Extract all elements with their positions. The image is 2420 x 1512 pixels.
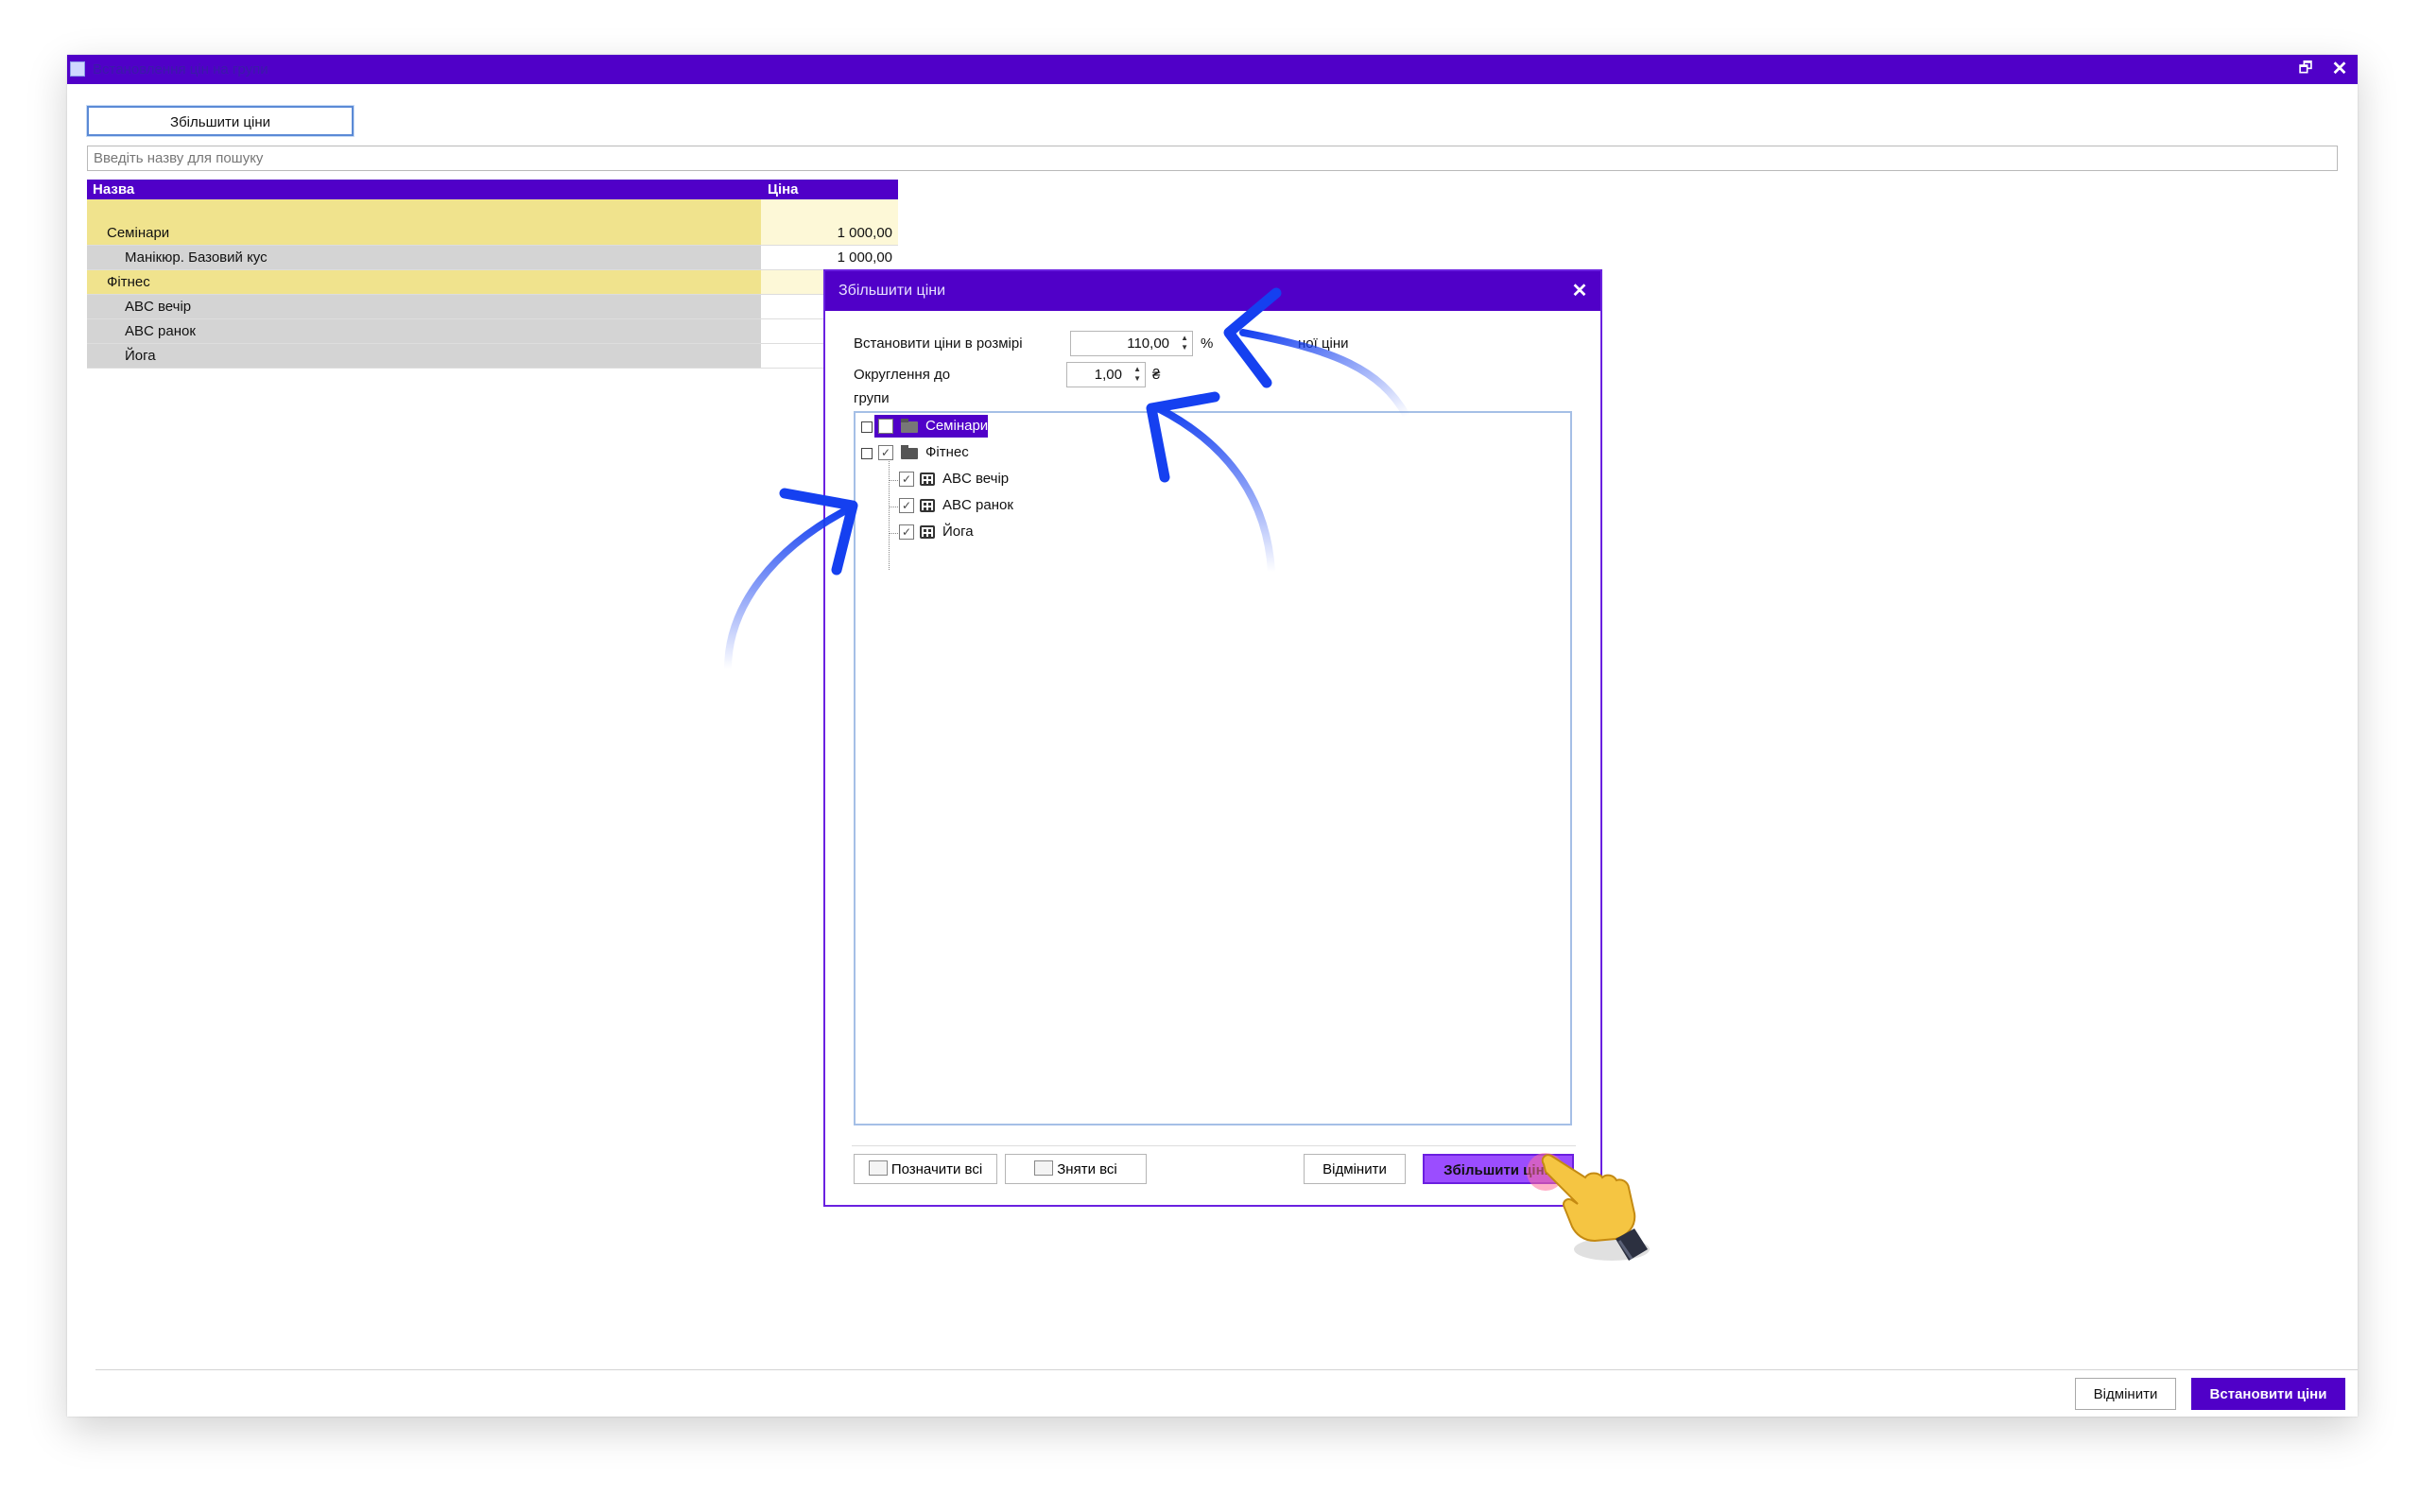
table-row[interactable]: Манікюр. Базовий кус 1 000,00 (87, 246, 898, 270)
table-row[interactable] (87, 199, 898, 223)
dialog-cancel-button[interactable]: Відмінити (1304, 1154, 1406, 1184)
uncheck-all-label: Зняти всі (1057, 1161, 1117, 1177)
pointing-hand-icon (1541, 1154, 1650, 1261)
row-name: Манікюр. Базовий кус (87, 246, 761, 269)
row-name: Семінари (87, 221, 761, 245)
tree-checkbox[interactable] (878, 419, 893, 434)
row-name: Фітнес (87, 270, 761, 294)
base-price-text: ної ціни (1298, 335, 1349, 352)
footer-divider (95, 1369, 2358, 1370)
tree-line (889, 449, 890, 570)
tree-node-yoga[interactable]: ✓ Йога (897, 521, 1143, 543)
column-name-header[interactable]: Назва (93, 181, 134, 198)
expand-icon[interactable] (861, 448, 873, 459)
row-price: 1 000,00 (761, 221, 898, 245)
spinner-arrows-icon[interactable]: ▲ ▼ (1181, 334, 1188, 352)
column-price-header[interactable]: Ціна (768, 181, 799, 198)
restore-icon[interactable]: 🗗 (2293, 58, 2318, 80)
rounding-input[interactable]: 1,00 ▲ ▼ (1066, 362, 1146, 387)
service-icon (920, 499, 935, 512)
table-row[interactable]: ABC ранок (87, 319, 898, 344)
table-row[interactable]: Фітнес (87, 270, 898, 295)
folder-icon (901, 419, 918, 433)
folder-icon (901, 445, 918, 459)
rounding-value: 1,00 (1094, 367, 1122, 383)
app-icon (70, 61, 85, 77)
cancel-button[interactable]: Відмінити (2075, 1378, 2176, 1410)
close-icon[interactable]: ✕ (1568, 279, 1591, 302)
row-name (87, 199, 761, 223)
service-icon (920, 472, 935, 486)
tree-node-label: ABC ранок (942, 497, 1013, 513)
grid-header: Назва Ціна (87, 180, 898, 199)
check-all-label: Позначити всі (890, 1161, 983, 1177)
groups-tree[interactable]: Семінари ✓ Фітнес ✓ ABC вечір ✓ ABC рано… (854, 411, 1572, 1125)
spinner-arrows-icon[interactable]: ▲ ▼ (1133, 365, 1141, 384)
tree-node-abc-evening[interactable]: ✓ ABC вечір (897, 468, 1143, 490)
tree-checkbox[interactable]: ✓ (899, 472, 914, 487)
tree-node-label: Фітнес (925, 444, 969, 460)
set-prices-button[interactable]: Встановити ціни (2191, 1378, 2345, 1410)
tree-node-fitness[interactable]: ✓ Фітнес (859, 441, 1143, 464)
tree-node-label: Йога (942, 524, 974, 540)
expand-icon[interactable] (861, 421, 873, 433)
tree-node-abc-morning[interactable]: ✓ ABC ранок (897, 494, 1143, 517)
set-size-label: Встановити ціни в розмірі (854, 335, 1023, 352)
row-price (761, 199, 898, 223)
row-name: ABC ранок (87, 319, 761, 343)
row-price: 1 000,00 (761, 246, 898, 269)
title-bar: Встановлення цін на групи 🗗 ✕ (67, 55, 2358, 84)
table-row[interactable]: Семінари 1 000,00 (87, 221, 898, 246)
percent-input[interactable]: 110,00 ▲ ▼ (1070, 331, 1193, 356)
dialog-divider (852, 1145, 1576, 1146)
dialog-title-bar: Збільшити ціни ✕ (825, 271, 1600, 311)
window-title: Встановлення цін на групи (93, 61, 268, 77)
uncheck-all-button[interactable]: Зняти всі (1005, 1154, 1147, 1184)
tree-checkbox[interactable]: ✓ (878, 445, 893, 460)
tree-checkbox[interactable]: ✓ (899, 498, 914, 513)
percent-value: 110,00 (1127, 335, 1169, 352)
check-all-icon (868, 1160, 888, 1176)
tree-checkbox[interactable]: ✓ (899, 524, 914, 540)
percent-sign: % (1201, 335, 1214, 352)
dialog-title: Збільшити ціни (838, 283, 946, 299)
tree-node-seminary[interactable]: Семінари (859, 415, 1143, 438)
rounding-label: Округлення до (854, 367, 951, 383)
row-name: ABC вечір (87, 295, 761, 318)
price-grid: Назва Ціна Семінари 1 000,00 Манікюр. Ба… (87, 180, 898, 369)
search-input[interactable] (87, 146, 2338, 171)
table-row[interactable]: Йога (87, 344, 898, 369)
close-icon[interactable]: ✕ (2327, 58, 2352, 80)
currency-sign: ₴ (1152, 367, 1161, 383)
increase-prices-dialog: Збільшити ціни ✕ Встановити ціни в розмі… (823, 269, 1602, 1207)
increase-prices-button[interactable]: Збільшити ціни (86, 105, 354, 137)
uncheck-all-icon (1034, 1160, 1054, 1176)
service-icon (920, 525, 935, 539)
tree-node-label: Семінари (925, 418, 989, 434)
check-all-button[interactable]: Позначити всі (854, 1154, 997, 1184)
table-row[interactable]: ABC вечір (87, 295, 898, 319)
tree-node-label: ABC вечір (942, 471, 1010, 487)
groups-label: групи (854, 390, 890, 406)
row-name: Йога (87, 344, 761, 368)
